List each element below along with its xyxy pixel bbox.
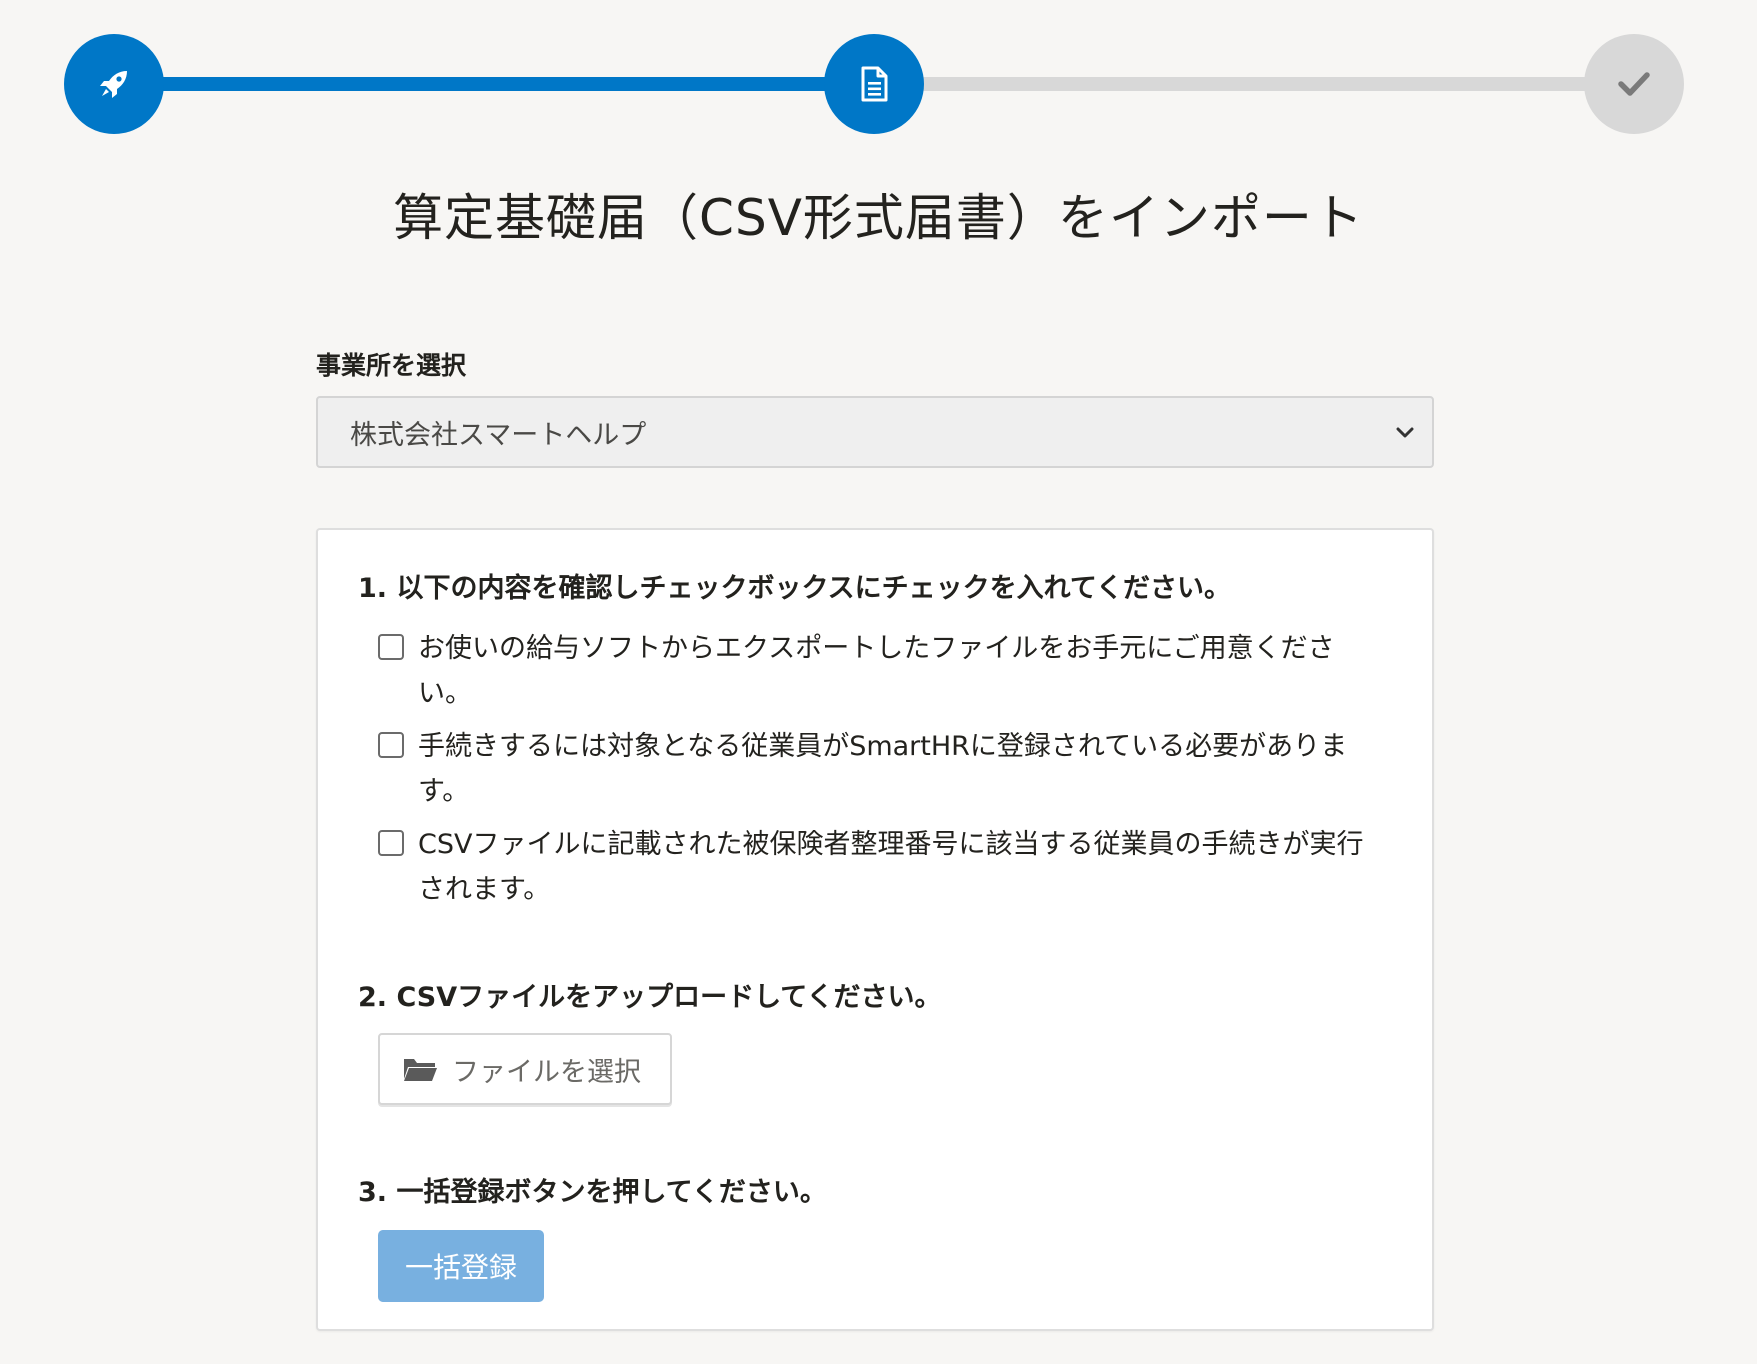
- office-select[interactable]: 株式会社スマートヘルプ: [316, 396, 1434, 468]
- step1-heading: 1. 以下の内容を確認しチェックボックスにチェックを入れてください。: [358, 573, 1232, 604]
- step-1-circle: [64, 34, 164, 134]
- step3-heading: 3. 一括登録ボタンを押してください。: [358, 1177, 827, 1208]
- import-panel: 1. 以下の内容を確認しチェックボックスにチェックを入れてください。 お使いの給…: [316, 528, 1434, 1331]
- confirm-item-2[interactable]: 手続きするには対象となる従業員がSmartHRに登録されている必要があります。: [378, 724, 1378, 814]
- check-icon: [1618, 72, 1650, 96]
- confirm-text-1: お使いの給与ソフトからエクスポートしたファイルをお手元にご用意ください。: [418, 633, 1335, 709]
- confirm-item-3[interactable]: CSVファイルに記載された被保険者整理番号に該当する従業員の手続きが実行されます…: [378, 822, 1378, 912]
- select-file-button[interactable]: ファイルを選択: [378, 1033, 672, 1105]
- confirm-item-1[interactable]: お使いの給与ソフトからエクスポートしたファイルをお手元にご用意ください。: [378, 626, 1378, 716]
- progress-stepper: [0, 0, 1757, 140]
- office-select-label: 事業所を選択: [316, 351, 467, 380]
- confirm-text-2: 手続きするには対象となる従業員がSmartHRに登録されている必要があります。: [418, 731, 1348, 807]
- stepper-line-pending: [876, 77, 1634, 91]
- office-select-value: 株式会社スマートヘルプ: [350, 419, 647, 451]
- bulk-register-button[interactable]: 一括登録: [378, 1230, 544, 1302]
- confirm-checkbox-3[interactable]: [378, 830, 404, 856]
- rocket-icon: [100, 71, 127, 98]
- select-file-label: ファイルを選択: [452, 1056, 641, 1088]
- confirm-text-3: CSVファイルに記載された被保険者整理番号に該当する従業員の手続きが実行されます…: [418, 829, 1364, 905]
- chevron-down-icon: [1396, 427, 1414, 438]
- step-2-circle: [824, 34, 924, 134]
- confirm-checkbox-1[interactable]: [378, 634, 404, 660]
- step-3-circle: [1584, 34, 1684, 134]
- step2-heading: 2. CSVファイルをアップロードしてください。: [358, 982, 942, 1013]
- confirm-checkbox-2[interactable]: [378, 732, 404, 758]
- bulk-register-label: 一括登録: [404, 1251, 517, 1284]
- stepper-line-completed: [112, 77, 876, 91]
- document-icon: [861, 66, 888, 102]
- folder-open-icon: [404, 1059, 437, 1081]
- page-title: 算定基礎届（CSV形式届書）をインポート: [393, 189, 1364, 247]
